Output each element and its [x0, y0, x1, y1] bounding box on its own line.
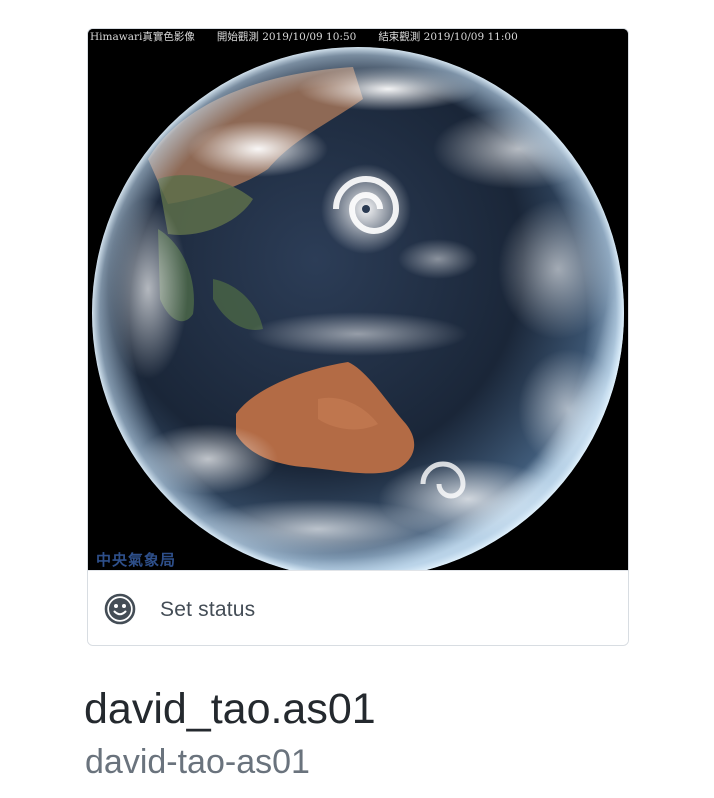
satellite-caption: Himawari真實色影像 開始觀測 2019/10/09 10:50 結束觀測 2…	[90, 30, 518, 45]
smiley-icon	[104, 593, 136, 625]
caption-start: 開始觀測 2019/10/09 10:50	[216, 31, 357, 43]
profile-username: david-tao-as01	[85, 743, 310, 781]
profile-full-name: david_tao.as01	[84, 685, 376, 733]
caption-end: 結束觀測 2019/10/09 11:00	[378, 31, 518, 43]
set-status-button[interactable]: Set status	[88, 570, 628, 645]
agency-watermark: 中央氣象局	[96, 551, 177, 569]
profile-card: Himawari真實色影像 開始觀測 2019/10/09 10:50 結束觀測 2…	[87, 28, 629, 646]
earth-image	[88, 29, 628, 570]
avatar[interactable]: Himawari真實色影像 開始觀測 2019/10/09 10:50 結束觀測 2…	[88, 29, 628, 570]
set-status-label: Set status	[160, 598, 256, 621]
caption-source: Himawari真實色影像	[90, 31, 195, 43]
